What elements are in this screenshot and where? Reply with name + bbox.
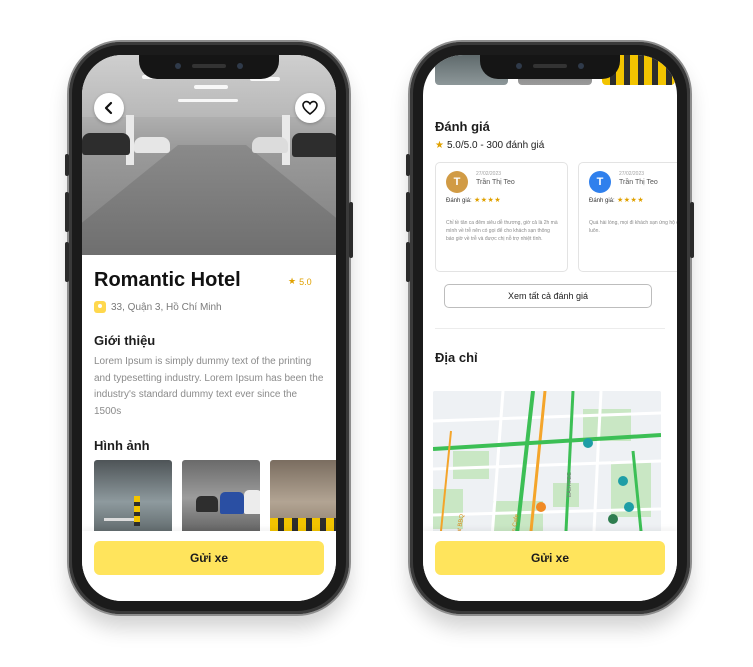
reviews-heading: Đánh giá: [435, 119, 490, 134]
divider: [435, 328, 665, 329]
images-heading: Hình ảnh: [94, 438, 150, 453]
review-date: 27/02/2023: [619, 171, 645, 177]
avatar: T: [446, 171, 468, 193]
review-text: Chỉ tề tân ca đêm siêu dễ thương, giờ cả…: [446, 220, 558, 242]
chevron-left-icon: [104, 101, 113, 115]
location-pin-icon: [94, 301, 106, 313]
address-heading: Địa chỉ: [435, 350, 478, 365]
rating-badge: ★ 5.0: [288, 276, 312, 287]
volume-up-button: [406, 192, 410, 232]
reviews-carousel[interactable]: T 27/02/2023 Trần Thị Teo Đánh giá: ★★★★…: [435, 162, 677, 272]
mute-switch: [65, 154, 69, 176]
gallery-image-3[interactable]: [270, 460, 336, 536]
review-card[interactable]: T 27/02/2023 Trần Thị Teo Đánh giá: ★★★★…: [578, 162, 677, 272]
hero-image-parking: [82, 55, 336, 255]
review-stars: ★★★★: [474, 197, 502, 204]
reviews-summary: ★ 5.0/5.0 - 300 đánh giá: [435, 140, 544, 151]
gallery-image-1[interactable]: [94, 460, 172, 536]
review-text: Quá hài lòng, mọi đi khách sạn ứng hộ ôn…: [589, 220, 677, 234]
send-car-button[interactable]: Gửi xe: [94, 541, 324, 575]
power-button: [349, 202, 353, 258]
volume-down-button: [65, 242, 69, 282]
review-rating-label: Đánh giá:: [446, 198, 472, 204]
star-icon: ★: [435, 140, 444, 151]
hotel-name: Romantic Hotel: [94, 269, 241, 291]
bottom-action-bar: Gửi xe: [423, 531, 677, 601]
favorite-button[interactable]: [295, 93, 325, 123]
review-date: 27/02/2023: [476, 171, 502, 177]
address-text: 33, Quận 3, Hồ Chí Minh: [111, 301, 222, 313]
reviewer-name: Trần Thị Teo: [476, 179, 515, 186]
reviews-summary-text: 5.0/5.0 - 300 đánh giá: [446, 140, 545, 151]
heart-icon: [302, 100, 318, 116]
review-card[interactable]: T 27/02/2023 Trần Thị Teo Đánh giá: ★★★★…: [435, 162, 568, 272]
see-all-reviews-button[interactable]: Xem tất cả đánh giá: [444, 284, 652, 308]
star-icon: ★: [288, 276, 297, 286]
bottom-action-bar: Gửi xe: [82, 531, 336, 601]
map-label-eastside: EASTSIDE: [567, 472, 573, 497]
notch: [139, 55, 279, 79]
gallery-image-2[interactable]: [182, 460, 260, 536]
screen-hotel-detail: Romantic Hotel ★ 5.0 33, Quận 3, Hồ Chí …: [82, 55, 336, 601]
screen-reviews: Đánh giá ★ 5.0/5.0 - 300 đánh giá T 27/0…: [423, 55, 677, 601]
avatar: T: [589, 171, 611, 193]
location-map[interactable]: EASTSIDE Meat BBQ Spoon Cafe: [433, 391, 661, 551]
intro-text: Lorem Ipsum is simply dummy text of the …: [94, 356, 324, 417]
back-button[interactable]: [94, 93, 124, 123]
intro-heading: Giới thiệu: [94, 333, 156, 348]
power-button: [690, 202, 694, 258]
hotel-address: 33, Quận 3, Hồ Chí Minh: [94, 301, 222, 313]
review-stars: ★★★★: [617, 197, 645, 204]
mute-switch: [406, 154, 410, 176]
image-gallery: [94, 460, 336, 536]
map-graphic: [433, 391, 661, 551]
phone-frame-hotel-detail: Romantic Hotel ★ 5.0 33, Quận 3, Hồ Chí …: [65, 42, 353, 614]
phone-frame-reviews: Đánh giá ★ 5.0/5.0 - 300 đánh giá T 27/0…: [406, 42, 694, 614]
volume-down-button: [406, 242, 410, 282]
rating-value: 5.0: [299, 276, 312, 287]
reviewer-name: Trần Thị Teo: [619, 179, 658, 186]
notch: [480, 55, 620, 79]
send-car-button[interactable]: Gửi xe: [435, 541, 665, 575]
volume-up-button: [65, 192, 69, 232]
review-rating-label: Đánh giá:: [589, 198, 615, 204]
